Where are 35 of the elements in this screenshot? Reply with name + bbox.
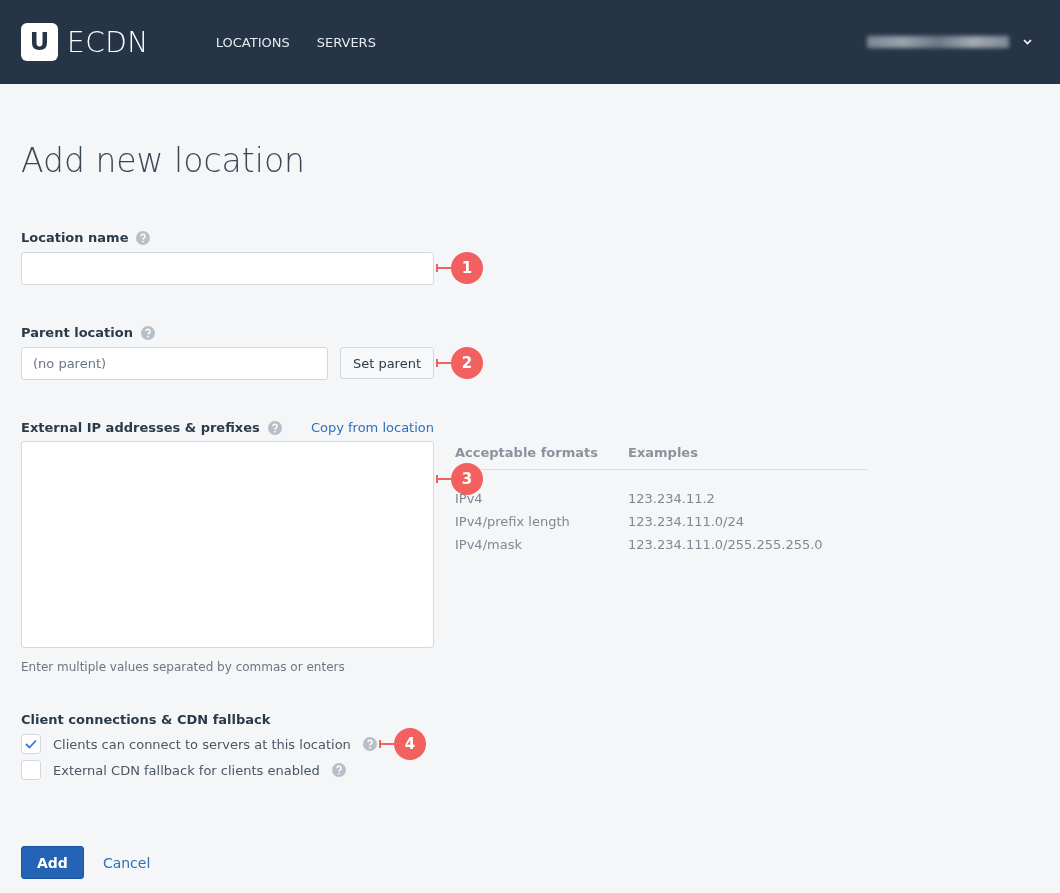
field-label: Location name [21, 230, 129, 245]
table-cell-text: IPv4/mask [455, 536, 523, 554]
column-header: Examples [628, 445, 699, 460]
column-header: Acceptable formats [455, 445, 599, 460]
checkbox[interactable] [21, 760, 41, 780]
field-label: External IP addresses & prefixes [21, 420, 260, 435]
checkbox-label: Clients can connect to servers at this location [53, 736, 351, 752]
help-icon[interactable] [140, 325, 155, 340]
brand-name: ECDN [67, 25, 149, 59]
help-icon[interactable] [362, 737, 377, 751]
section-label: Client connections & CDN fallback [21, 712, 271, 727]
copy-from-location-link[interactable]: Copy from location [310, 420, 434, 435]
table-cell-text: IPv4/prefix length [455, 513, 571, 531]
cancel-link[interactable]: Cancel [102, 854, 151, 871]
parent-location-field[interactable]: (no parent) [21, 347, 328, 380]
table-cell-text: 123.234.111.0/24 [628, 513, 746, 531]
nav-link[interactable]: SERVERS [316, 34, 376, 50]
help-icon[interactable] [267, 420, 282, 435]
location-name-field[interactable] [21, 252, 434, 285]
field-label: Parent location [21, 325, 133, 340]
help-icon[interactable] [331, 763, 346, 777]
set-parent-button[interactable]: Set parent [339, 347, 434, 379]
table-cell-text: 123.234.111.0/255.255.255.0 [628, 536, 824, 554]
chevron-down-icon[interactable] [1023, 39, 1032, 45]
add-button[interactable]: Add [21, 846, 84, 879]
page-title: Add new location [21, 141, 306, 180]
nav-link[interactable]: LOCATIONS [215, 34, 290, 50]
logo: U [21, 23, 58, 61]
checkbox-label: External CDN fallback for clients enabled [53, 762, 320, 778]
checkmark-icon [25, 739, 37, 749]
help-icon[interactable] [136, 230, 151, 245]
table-cell-text: 123.234.11.2 [628, 490, 716, 508]
checkbox[interactable] [21, 734, 41, 754]
ip-addresses-field[interactable] [21, 441, 434, 648]
field-hint: Enter multiple values separated by commas or enters [21, 660, 346, 674]
